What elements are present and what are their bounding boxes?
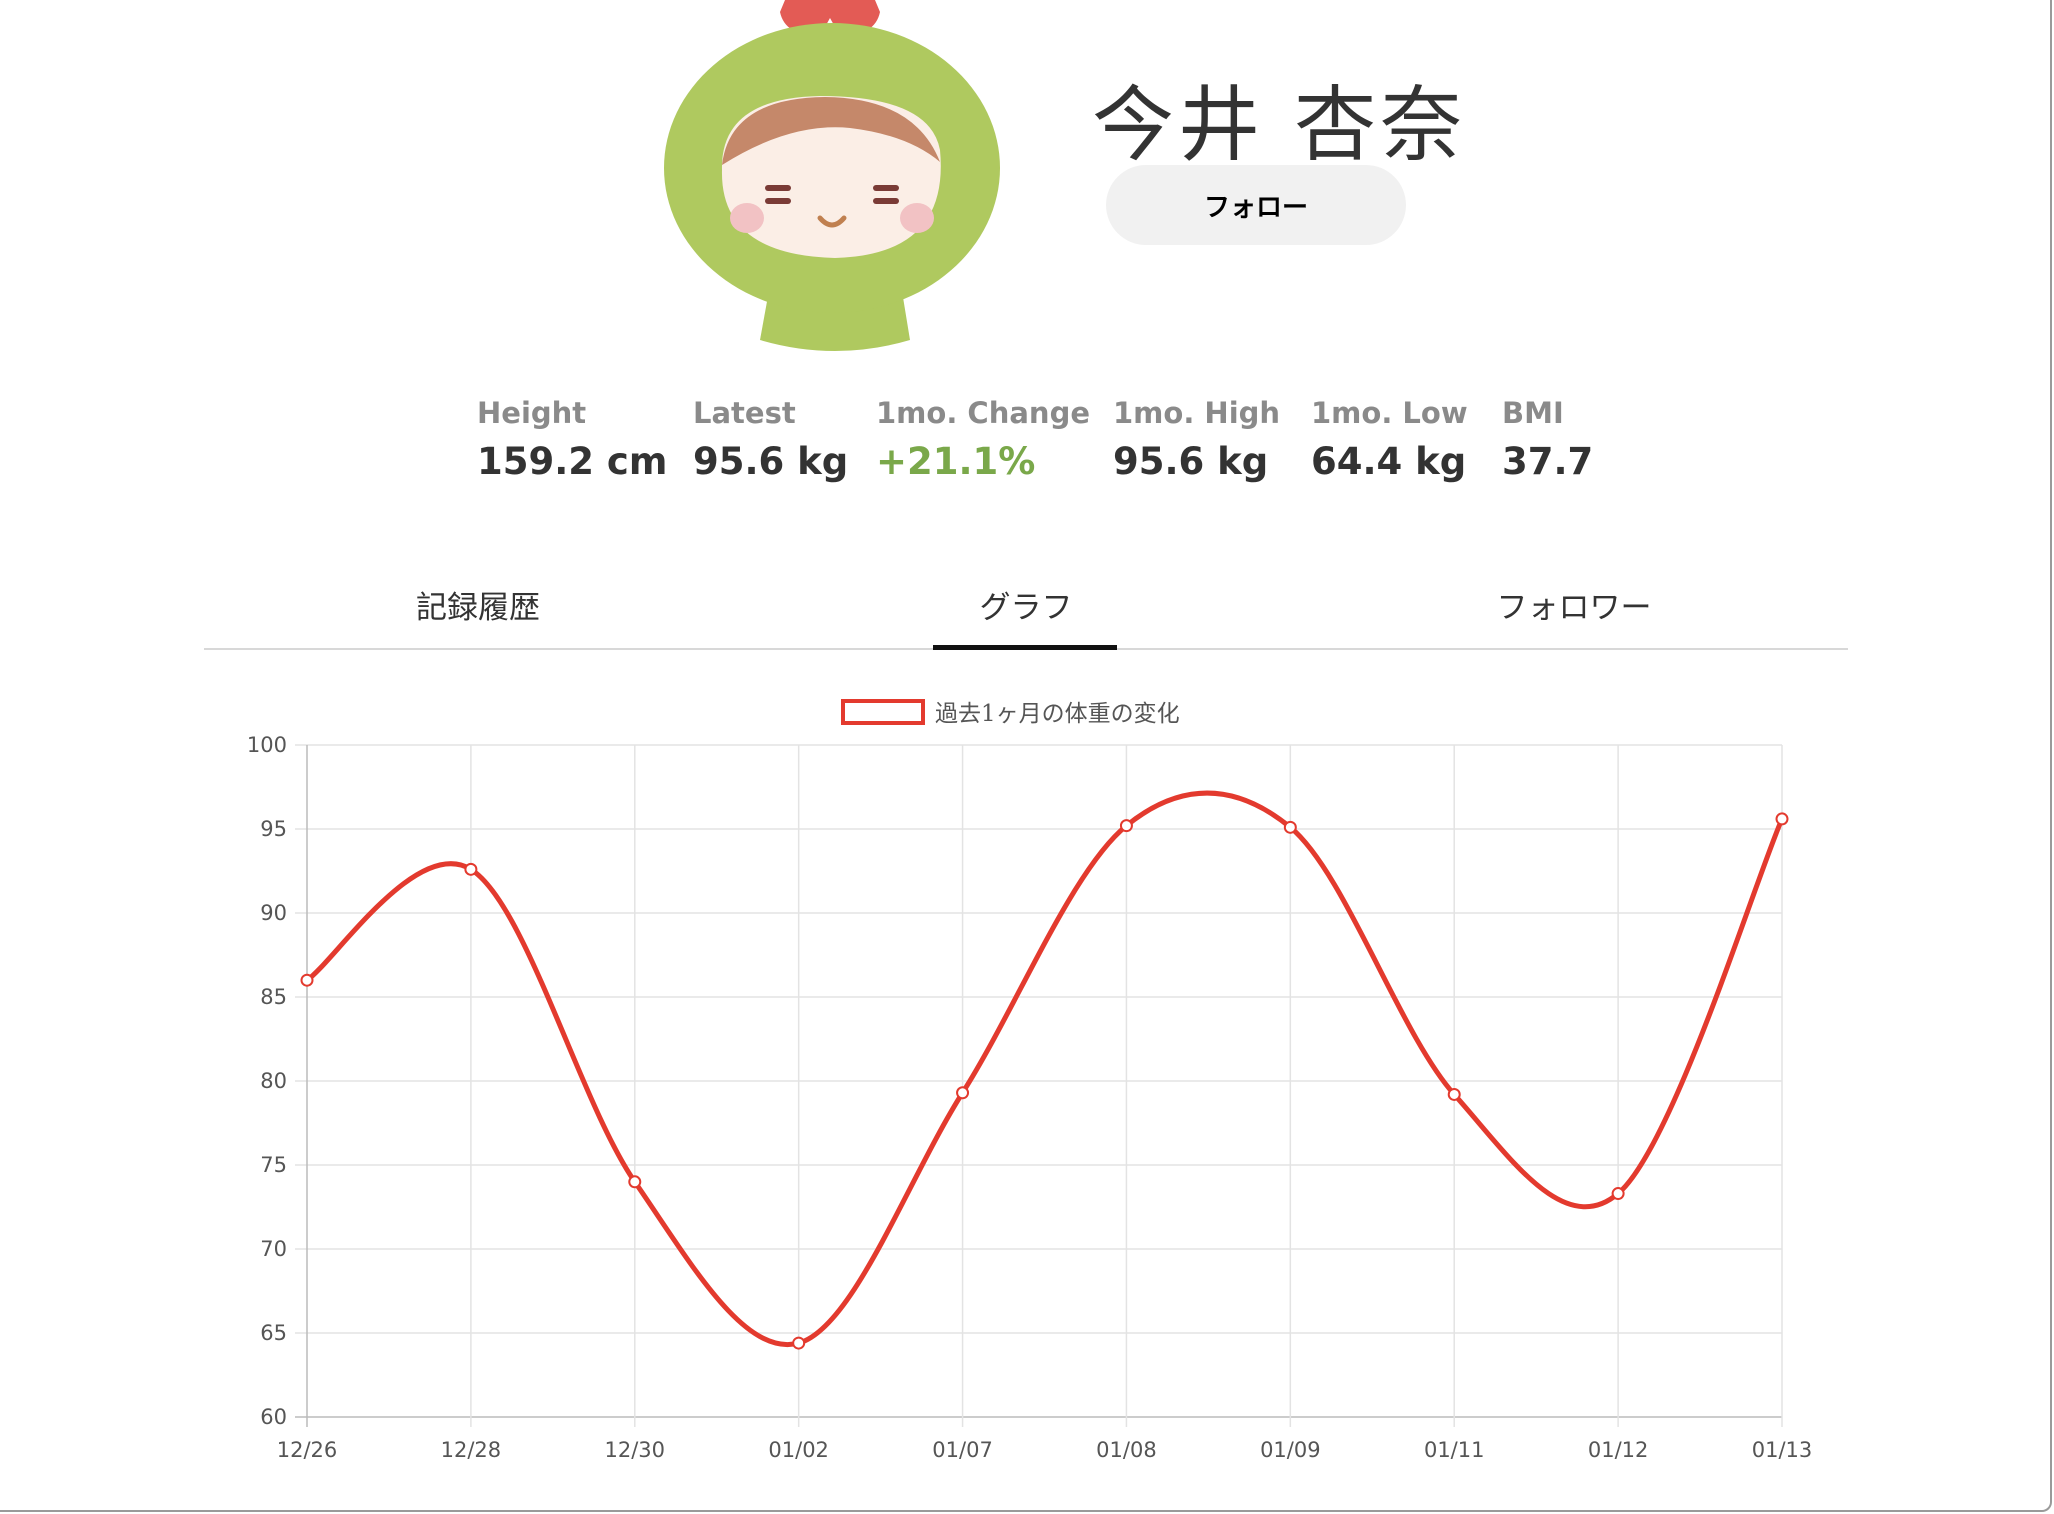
y-tick-label: 85: [260, 985, 287, 1009]
stat-height: Height 159.2 cm: [477, 396, 667, 483]
x-tick-label: 12/28: [441, 1438, 502, 1462]
x-tick-label: 01/09: [1260, 1438, 1321, 1462]
stat-label: Height: [477, 396, 587, 430]
data-point: [1775, 812, 1789, 826]
profile-name: 今井 杏奈: [1092, 78, 1467, 173]
user-avatar: [664, 0, 1000, 351]
x-tick-label: 12/26: [277, 1438, 338, 1462]
data-point: [792, 1336, 806, 1350]
y-tick-label: 70: [260, 1237, 287, 1261]
y-tick-label: 65: [260, 1321, 287, 1345]
x-tick-label: 01/13: [1752, 1438, 1813, 1462]
stat-label: Latest: [693, 396, 796, 430]
stat-value: 95.6 kg: [693, 440, 849, 483]
y-tick-label: 80: [260, 1069, 287, 1093]
data-point: [956, 1086, 970, 1100]
x-tick-label: 12/30: [605, 1438, 666, 1462]
data-point: [464, 862, 478, 876]
x-tick-label: 01/07: [932, 1438, 993, 1462]
data-point: [300, 973, 314, 987]
follow-button[interactable]: フォロー: [1106, 165, 1406, 245]
tab-bar: 記録履歴 グラフ フォロワー: [204, 560, 1848, 650]
stat-label: 1mo. Change: [876, 396, 1091, 430]
series-line: [305, 790, 1785, 1348]
stat-low: 1mo. Low 64.4 kg: [1311, 396, 1468, 483]
x-tick-label: 01/08: [1096, 1438, 1157, 1462]
stat-bmi: BMI 37.7: [1502, 396, 1593, 483]
data-point: [1447, 1087, 1461, 1101]
y-tick-label: 60: [260, 1405, 287, 1429]
active-tab-indicator: [933, 645, 1117, 650]
data-point: [628, 1175, 642, 1189]
legend-label: 過去1ヶ月の体重の変化: [935, 701, 1180, 727]
stat-label: BMI: [1502, 396, 1564, 430]
stat-label: 1mo. Low: [1311, 396, 1468, 430]
stat-latest: Latest 95.6 kg: [693, 396, 848, 483]
tab-records[interactable]: 記録履歴: [204, 560, 752, 650]
data-point: [1611, 1187, 1625, 1201]
stat-value: 159.2 cm: [477, 440, 668, 483]
x-tick-label: 01/02: [768, 1438, 829, 1462]
tab-followers[interactable]: フォロワー: [1300, 560, 1848, 650]
y-tick-label: 90: [260, 901, 287, 925]
x-tick-label: 01/11: [1424, 1438, 1485, 1462]
y-tick-label: 100: [247, 733, 287, 757]
legend-swatch: [841, 699, 925, 725]
tab-graph[interactable]: グラフ: [752, 560, 1300, 650]
weight-chart: 60 65 70 75 80 85 90 95 100 12/26 12/28 12/30 01/02 0…: [247, 699, 1813, 1462]
y-tick-label: 75: [260, 1153, 287, 1177]
y-tick-label: 95: [260, 817, 287, 841]
stat-label: 1mo. High: [1113, 396, 1281, 430]
data-point: [1283, 820, 1297, 834]
x-tick-label: 01/12: [1588, 1438, 1649, 1462]
stat-value: 37.7: [1502, 440, 1594, 483]
stat-change: 1mo. Change +21.1%: [876, 396, 1090, 483]
stat-high: 1mo. High 95.6 kg: [1113, 396, 1280, 483]
stat-value: 64.4 kg: [1311, 440, 1467, 483]
data-point: [1119, 819, 1133, 833]
stat-value: 95.6 kg: [1113, 440, 1269, 483]
stat-value: +21.1%: [876, 440, 1036, 483]
